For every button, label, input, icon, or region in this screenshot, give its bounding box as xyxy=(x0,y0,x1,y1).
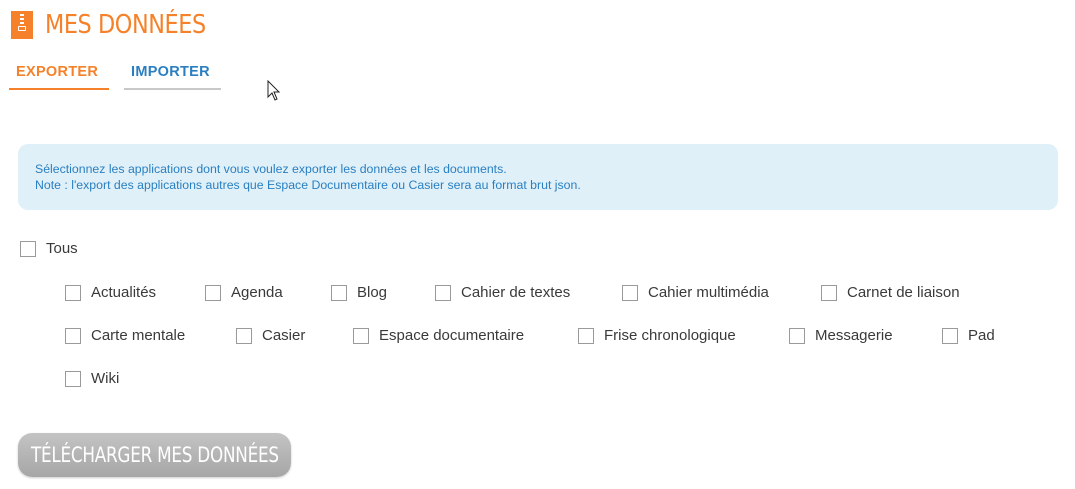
app-checkbox[interactable] xyxy=(821,284,837,301)
app-checkbox-label: Actualités xyxy=(91,284,157,301)
info-line-2: Note : l'export des applications autres … xyxy=(35,178,581,192)
app-checkbox-row[interactable]: Frise chronologique xyxy=(578,327,736,344)
app-checkbox[interactable] xyxy=(942,327,958,344)
app-checkbox-label: Cahier de textes xyxy=(461,284,571,301)
app-checkbox-row[interactable]: Messagerie xyxy=(789,327,893,344)
app-checkbox-row[interactable]: Cahier multimédia xyxy=(622,284,769,301)
app-checkbox[interactable] xyxy=(65,370,81,387)
app-checkbox[interactable] xyxy=(65,327,81,344)
app-checkbox-row[interactable]: Casier xyxy=(236,327,305,344)
app-checkbox[interactable] xyxy=(578,327,594,344)
app-checkbox-label: Casier xyxy=(262,327,306,344)
app-checkbox-label: Carte mentale xyxy=(91,327,186,344)
download-data-button[interactable]: TÉLÉCHARGER MES DONNÉES xyxy=(18,433,291,477)
app-checkbox-row[interactable]: Agenda xyxy=(205,284,283,301)
app-checkbox[interactable] xyxy=(205,284,221,301)
app-checkbox[interactable] xyxy=(435,284,451,301)
info-message: Sélectionnez les applications dont vous … xyxy=(18,144,1058,210)
app-checkbox-label: Cahier multimédia xyxy=(648,284,769,301)
select-all-checkbox-row[interactable]: Tous xyxy=(20,240,78,257)
app-checkbox-row[interactable]: Carte mentale xyxy=(65,327,185,344)
app-checkbox-label: Pad xyxy=(968,327,995,344)
app-checkbox-label: Agenda xyxy=(231,284,283,301)
select-all-checkbox[interactable] xyxy=(20,240,36,257)
app-checkbox-row[interactable]: Espace documentaire xyxy=(353,327,524,344)
zip-archive-icon xyxy=(11,11,33,39)
mouse-pointer-icon xyxy=(267,80,281,101)
app-checkbox[interactable] xyxy=(65,284,81,301)
app-checkbox-label: Carnet de liaison xyxy=(847,284,960,301)
info-line-1: Sélectionnez les applications dont vous … xyxy=(35,162,507,176)
app-checkbox-label: Frise chronologique xyxy=(604,327,736,344)
app-checkbox-label: Messagerie xyxy=(815,327,893,344)
app-checkbox[interactable] xyxy=(622,284,638,301)
app-checkbox-row[interactable]: Pad xyxy=(942,327,995,344)
page-header: MES DONNÉES xyxy=(11,10,232,40)
app-checkbox-row[interactable]: Carnet de liaison xyxy=(821,284,960,301)
tab-bar: EXPORTER IMPORTER xyxy=(9,60,221,90)
page-title: MES DONNÉES xyxy=(45,10,206,40)
tab-importer[interactable]: IMPORTER xyxy=(124,60,221,90)
app-checkbox-row[interactable]: Blog xyxy=(331,284,387,301)
app-checkbox-row[interactable]: Wiki xyxy=(65,370,119,387)
app-checkbox-row[interactable]: Cahier de textes xyxy=(435,284,570,301)
app-checkbox-label: Wiki xyxy=(91,370,120,387)
app-checkbox-row[interactable]: Actualités xyxy=(65,284,156,301)
app-checkbox[interactable] xyxy=(789,327,805,344)
app-checkbox-label: Blog xyxy=(357,284,388,301)
app-checkbox[interactable] xyxy=(236,327,252,344)
tab-exporter[interactable]: EXPORTER xyxy=(9,60,109,90)
app-checkbox-label: Espace documentaire xyxy=(379,327,525,344)
download-data-button-label: TÉLÉCHARGER MES DONNÉES xyxy=(30,443,279,467)
app-checkbox[interactable] xyxy=(353,327,369,344)
app-checkbox[interactable] xyxy=(331,284,347,301)
select-all-label: Tous xyxy=(46,240,78,257)
